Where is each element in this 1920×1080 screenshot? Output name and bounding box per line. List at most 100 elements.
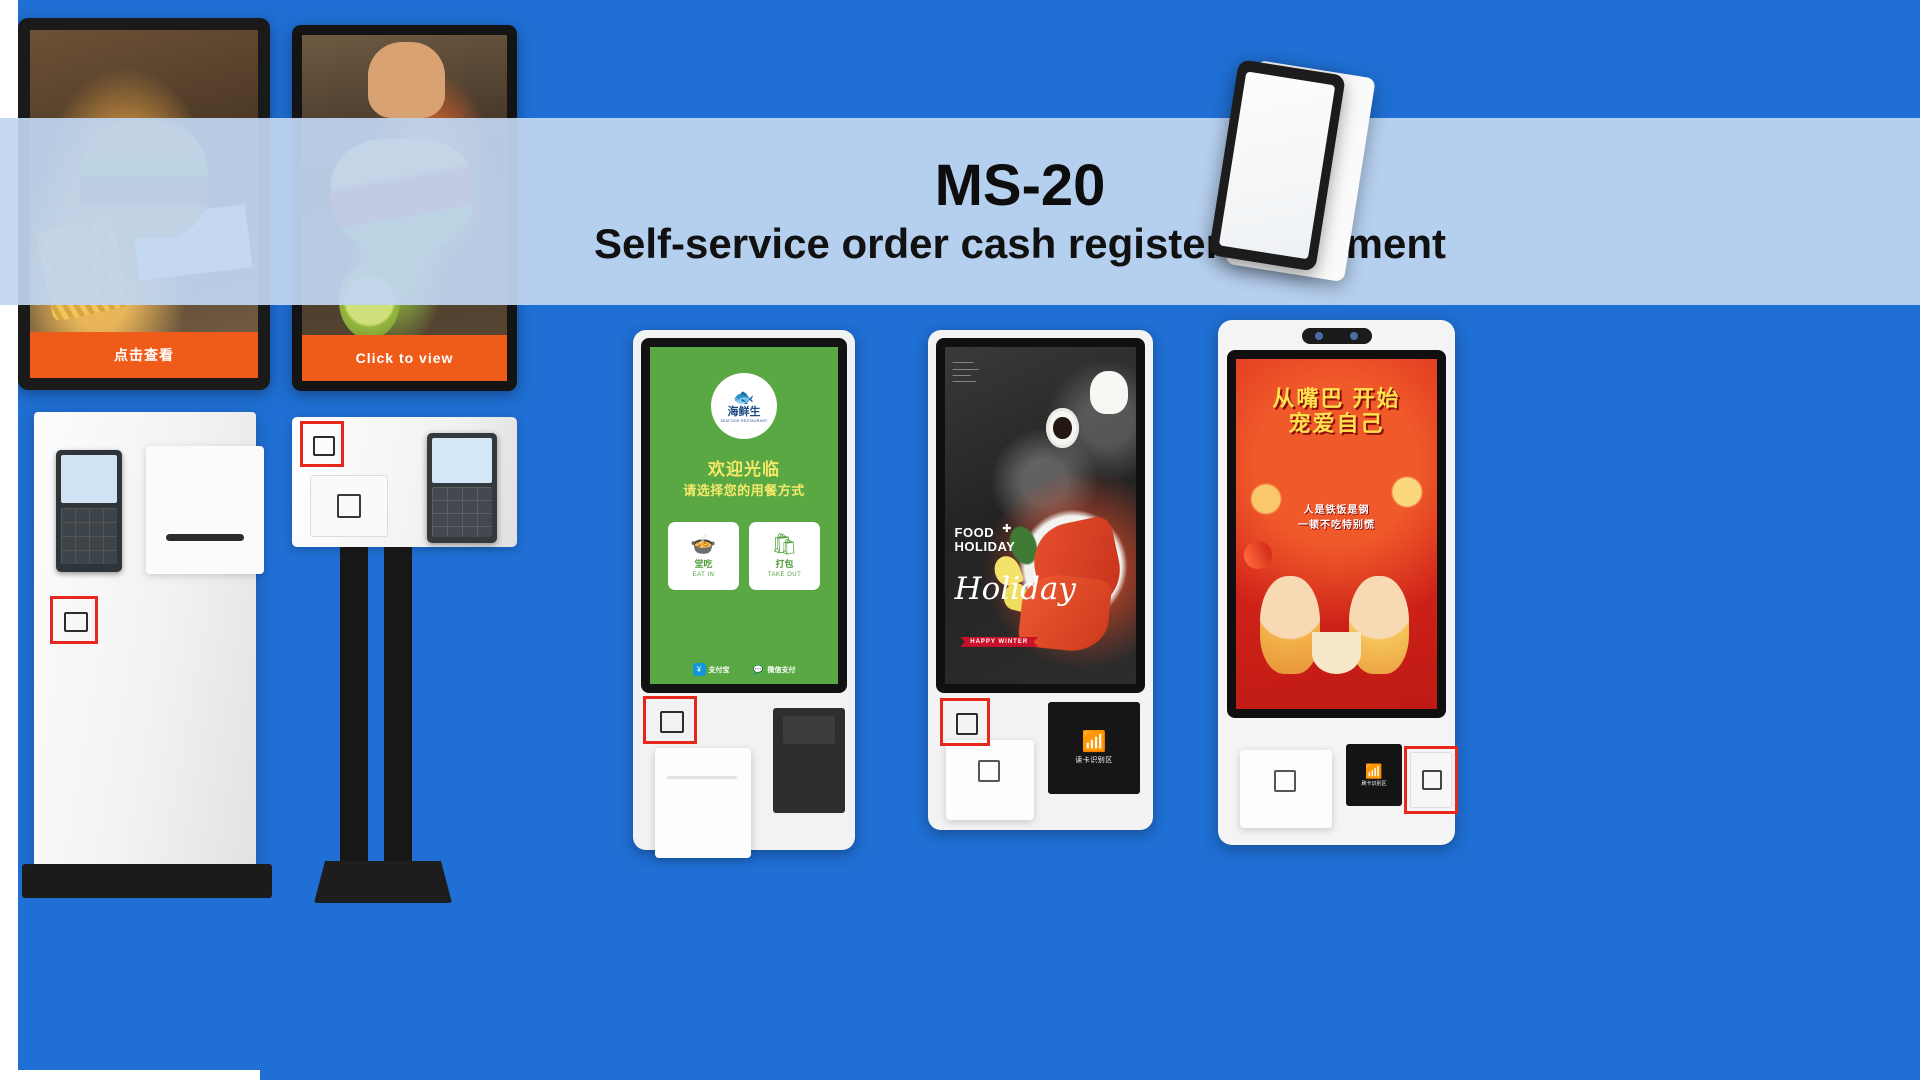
- kiosk1-pos-screen: [61, 455, 117, 503]
- tablet-screen[interactable]: [1218, 71, 1336, 260]
- kiosk3-thermal-printer[interactable]: [655, 748, 751, 858]
- poster-heading-line1: FOOD: [954, 524, 995, 540]
- nfc-label: 刷卡识别区: [1361, 780, 1387, 787]
- kiosk2-lime: [338, 263, 401, 340]
- kiosk3-screen[interactable]: 🐟 海鲜生 SEAFOOD RESTAURANT 欢迎光临 请选择您的用餐方式 …: [650, 347, 838, 684]
- printer-icon: [337, 494, 361, 518]
- kiosk2-base-foot: [314, 861, 452, 903]
- kiosk2-cta-bar[interactable]: Click to view: [302, 335, 507, 381]
- option-eat-in[interactable]: 🍲 堂吃 EAT IN: [668, 522, 739, 590]
- kiosk2-hand: [367, 41, 446, 119]
- poster-ribbon: HAPPY WINTER: [960, 636, 1039, 647]
- option-take-out-en: TAKE OUT: [767, 572, 802, 578]
- brand-logo: 🐟 海鲜生 SEAFOOD RESTAURANT: [711, 373, 777, 439]
- nfc-label: 读卡识别区: [1075, 756, 1113, 764]
- qr-scanner-icon: [660, 711, 684, 733]
- payment-wechat: 💬 微信支付: [751, 663, 796, 676]
- promo-chili: [1239, 536, 1277, 574]
- promo-character-1: [1260, 576, 1321, 674]
- promo-subline-1: 人是铁饭是钢: [1303, 504, 1370, 516]
- alipay-icon: ¥: [692, 663, 706, 676]
- wechat-label: 微信支付: [767, 666, 796, 674]
- bottom-margin: [0, 1070, 260, 1080]
- title-banner: MS-20 Self-service order cash register e…: [440, 118, 1600, 305]
- kiosk1-display-housing: 点击查看: [18, 18, 270, 390]
- card-module-cap: [783, 716, 835, 744]
- kiosk1-printer[interactable]: [146, 446, 264, 574]
- seafood-poster: ▬▬▬▬▬▬▬▬ ▬▬▬▬▬▬▬▬▬▬ ▬▬▬▬▬▬▬ ▬▬▬▬▬▬▬▬▬ ✚ FOO…: [945, 347, 1136, 684]
- kiosk5-camera-bar: [1301, 328, 1372, 344]
- product-kiosk-floor-stand-cn[interactable]: 点击查看: [18, 18, 272, 898]
- fish-logo-icon: 🐟: [733, 388, 755, 407]
- pda-screen: [432, 438, 492, 483]
- prompt-text: 请选择您的用餐方式: [683, 483, 805, 498]
- kiosk1-scanner-highlight: [50, 596, 98, 644]
- accessory-handheld-tablet[interactable]: [1206, 59, 1376, 287]
- kiosk4-scanner-highlight: [940, 698, 990, 746]
- pda-keypad[interactable]: [432, 487, 492, 537]
- kiosk1-cta-bar[interactable]: 点击查看: [30, 332, 258, 378]
- qr-scanner-icon: [956, 713, 978, 735]
- printer-icon: [1274, 770, 1296, 792]
- promo-headline: 从嘴巴 开始 宠爱自己: [1272, 386, 1401, 436]
- poster-heading-line2: HOLIDAY: [954, 538, 1016, 554]
- kiosk3-card-module[interactable]: [773, 708, 845, 813]
- option-take-out[interactable]: 🛍 打包 TAKE OUT: [749, 522, 820, 590]
- kiosk3-display-housing: 🐟 海鲜生 SEAFOOD RESTAURANT 欢迎光临 请选择您的用餐方式 …: [641, 338, 847, 693]
- promo-sublines: 人是铁饭是钢 一顿不吃特别慌: [1246, 503, 1427, 533]
- printer-icon: [978, 760, 1000, 782]
- kiosk2-leg-left: [340, 547, 368, 865]
- product-model-title: MS-20: [934, 152, 1106, 218]
- poster-script-text: Holiday: [954, 571, 1076, 608]
- kiosk1-pos-keypad[interactable]: [61, 508, 117, 564]
- product-kiosk-wall-red-promo[interactable]: 从嘴巴 开始 宠爱自己 人是铁饭是钢 一顿不吃特别慌 📶 刷卡识别区: [1218, 320, 1458, 845]
- kiosk4-printer[interactable]: [946, 740, 1034, 820]
- product-kiosk-wall-green[interactable]: 🐟 海鲜生 SEAFOOD RESTAURANT 欢迎光临 请选择您的用餐方式 …: [633, 330, 855, 858]
- left-margin: [0, 0, 18, 1080]
- kiosk4-display-housing: ▬▬▬▬▬▬▬▬ ▬▬▬▬▬▬▬▬▬▬ ▬▬▬▬▬▬▬ ▬▬▬▬▬▬▬▬▬ ✚ FOO…: [936, 338, 1145, 693]
- brand-name-cn: 海鲜生: [727, 406, 761, 418]
- payment-methods: ¥ 支付宝 💬 微信支付: [650, 663, 838, 676]
- kiosk5-nfc-reader[interactable]: 📶 刷卡识别区: [1346, 744, 1402, 806]
- camera-lens-icon: [1315, 332, 1323, 340]
- kiosk2-cta-label: Click to view: [355, 350, 454, 366]
- promo-bowl: [1312, 632, 1361, 674]
- kiosk5-scanner-highlight: [1404, 746, 1458, 814]
- option-take-out-cn: 打包: [775, 559, 794, 569]
- coffee-cup: [1046, 407, 1079, 449]
- kiosk2-printer[interactable]: [310, 475, 388, 537]
- kiosk1-food-image: [30, 30, 258, 378]
- kiosk3-scanner-highlight: [643, 696, 697, 744]
- alipay-label: 支付宝: [708, 666, 730, 674]
- kiosk5-screen[interactable]: 从嘴巴 开始 宠爱自己 人是铁饭是钢 一顿不吃特别慌: [1236, 359, 1437, 709]
- kiosk2-leg-right: [384, 547, 412, 865]
- poster-heading: FOOD HOLIDAY: [954, 524, 1016, 554]
- promo-subline-2: 一顿不吃特别慌: [1297, 519, 1375, 531]
- nfc-wave-icon: 📶: [1365, 762, 1383, 779]
- kiosk1-screen[interactable]: 点击查看: [30, 30, 258, 378]
- option-eat-in-cn: 堂吃: [694, 559, 713, 569]
- kiosk1-pos-terminal[interactable]: [56, 450, 122, 572]
- kiosk4-screen[interactable]: ▬▬▬▬▬▬▬▬ ▬▬▬▬▬▬▬▬▬▬ ▬▬▬▬▬▬▬ ▬▬▬▬▬▬▬▬▬ ✚ FOO…: [945, 347, 1136, 684]
- wechat-pay-icon: 💬: [751, 663, 765, 676]
- bowl-icon: 🍲: [690, 533, 717, 556]
- dining-options: 🍲 堂吃 EAT IN 🛍 打包 TAKE OUT: [668, 522, 820, 590]
- sensor-icon: [1350, 332, 1358, 340]
- product-kiosk-wall-seafood[interactable]: ▬▬▬▬▬▬▬▬ ▬▬▬▬▬▬▬▬▬▬ ▬▬▬▬▬▬▬ ▬▬▬▬▬▬▬▬▬ ✚ FOO…: [928, 330, 1153, 830]
- poster-fine-print: ▬▬▬▬▬▬▬▬ ▬▬▬▬▬▬▬▬▬▬ ▬▬▬▬▬▬▬ ▬▬▬▬▬▬▬▬▬: [952, 361, 979, 384]
- printer-slot: [667, 776, 737, 779]
- nfc-wave-icon: 📶: [1081, 730, 1107, 753]
- kiosk1-base: [22, 864, 272, 898]
- kiosk4-nfc-reader[interactable]: 📶 读卡识别区: [1048, 702, 1140, 794]
- qr-scanner-icon: [64, 612, 88, 632]
- red-promo-poster: 从嘴巴 开始 宠爱自己 人是铁饭是钢 一顿不吃特别慌: [1236, 359, 1437, 709]
- teapot: [1090, 370, 1129, 415]
- kiosk5-printer[interactable]: [1240, 750, 1332, 828]
- kiosk2-scanner-highlight: [300, 421, 344, 467]
- kiosk2-handheld-pda[interactable]: [427, 433, 497, 543]
- bag-icon: 🛍: [771, 533, 798, 556]
- payment-alipay: ¥ 支付宝: [692, 663, 730, 676]
- welcome-text: 欢迎光临: [708, 460, 780, 479]
- kiosk1-printer-slot: [166, 534, 244, 541]
- poster-background: 点击查看 Click to view 🐟 海鲜生 SEAFOOD RESTAUR…: [0, 0, 1920, 1080]
